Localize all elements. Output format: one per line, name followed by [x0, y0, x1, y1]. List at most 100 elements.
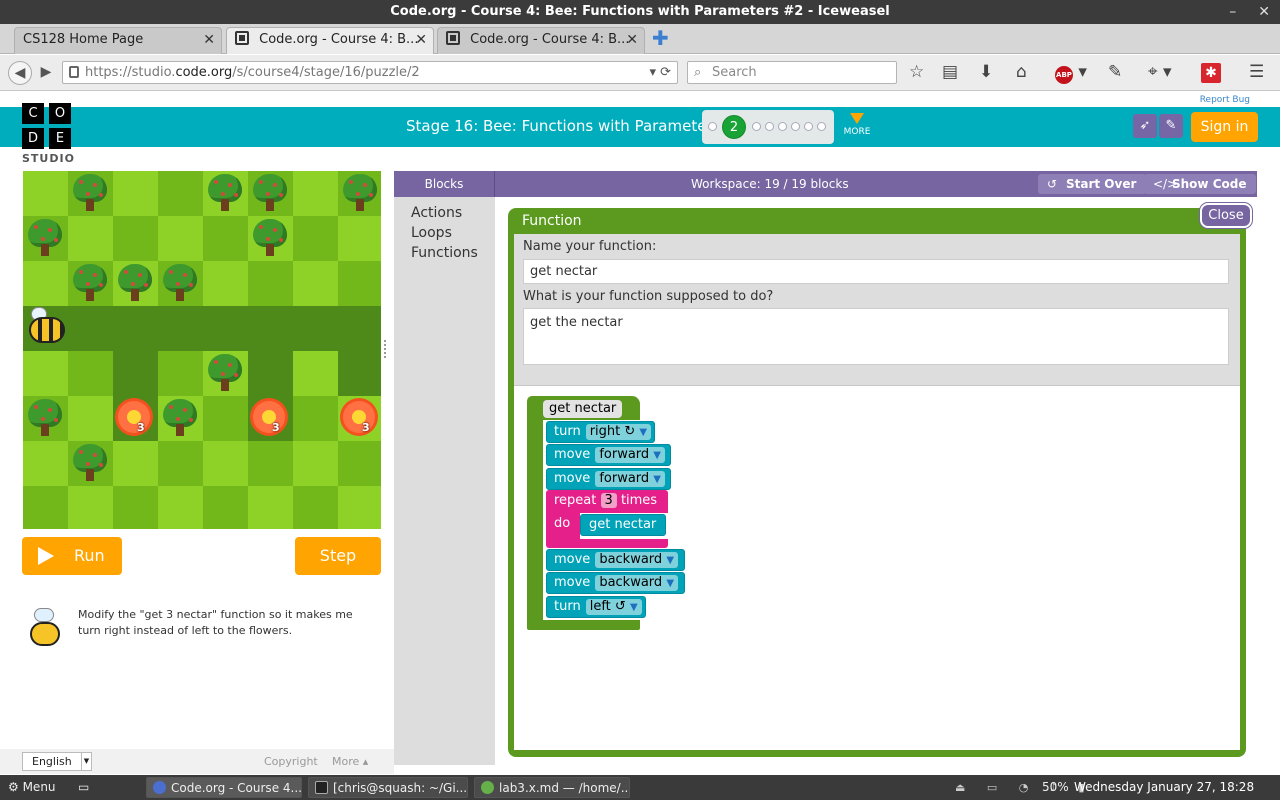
show-code-button[interactable]: </> Show Code: [1144, 174, 1257, 194]
tab-strip: CS128 Home Page ✕ Code.org - Course 4: B…: [0, 24, 1280, 54]
hamburger-menu-icon[interactable]: ☰: [1249, 61, 1264, 83]
pencil-icon[interactable]: ✎: [1159, 114, 1183, 138]
language-select[interactable]: English ▼: [22, 752, 92, 771]
move-backward-block[interactable]: move backward ▼: [546, 572, 685, 594]
start-menu-button[interactable]: ⚙ Menu: [8, 775, 56, 800]
system-tray[interactable]: ⏏ ▭ ◔ ♪ ▮: [955, 775, 1093, 800]
move-forward-block[interactable]: move forward ▼: [546, 444, 671, 466]
start-over-button[interactable]: ↺ Start Over: [1038, 174, 1147, 194]
direction-dropdown[interactable]: backward ▼: [595, 575, 679, 591]
turn-right-block[interactable]: turn right ↻ ▼: [546, 421, 655, 443]
report-bug-link[interactable]: Report Bug: [1200, 95, 1250, 105]
puzzle-dot[interactable]: [708, 122, 717, 131]
forward-icon[interactable]: ▶: [34, 61, 58, 85]
tab-close-icon[interactable]: ✕: [415, 28, 427, 52]
maze-grass-cell: [68, 396, 113, 441]
tab-close-icon[interactable]: ✕: [203, 28, 215, 52]
puzzle-dot[interactable]: [791, 122, 800, 131]
puzzle-dot[interactable]: [778, 122, 787, 131]
current-puzzle[interactable]: 2: [722, 115, 746, 139]
category-loops[interactable]: Loops: [411, 223, 495, 243]
toolbox: Actions Loops Functions: [394, 197, 495, 765]
maze-grass-cell: [338, 216, 381, 261]
lock-icon: [69, 66, 79, 78]
move-forward-block[interactable]: move forward ▼: [546, 468, 671, 490]
repeat-count-field[interactable]: 3: [600, 493, 617, 508]
taskbar-item-editor[interactable]: lab3.x.md — /home/...: [474, 777, 630, 798]
more-puzzles-button[interactable]: MORE: [842, 113, 872, 137]
dropdown-value: backward: [599, 552, 663, 567]
dropdown-value: right ↻: [589, 424, 636, 439]
function-editor-title: Function: [522, 213, 582, 229]
reload-icon[interactable]: ▾ ⟳: [649, 62, 671, 83]
category-actions[interactable]: Actions: [411, 203, 495, 223]
undo-icon: ↺: [1047, 177, 1058, 191]
maze-grass-cell: [68, 486, 113, 529]
more-link[interactable]: More ▴: [332, 755, 368, 768]
downloads-icon[interactable]: ⬇: [979, 61, 993, 83]
maze-grid: 3 3 3: [23, 171, 381, 529]
panel-resize-handle[interactable]: [384, 340, 388, 358]
home-icon[interactable]: ⌂: [1016, 61, 1027, 83]
taskbar-item-label: [chris@squash: ~/Gi...: [333, 781, 468, 795]
back-icon[interactable]: ◀: [8, 61, 32, 85]
taskbar-item-label: lab3.x.md — /home/...: [499, 781, 630, 795]
blocks-tab: Blocks: [394, 171, 495, 197]
function-description-input[interactable]: get the nectar: [523, 308, 1229, 365]
call-get-nectar-block[interactable]: get nectar: [580, 514, 666, 536]
maze-grass-cell: [248, 486, 293, 529]
move-backward-block[interactable]: move backward ▼: [546, 549, 685, 571]
puzzle-dot[interactable]: [765, 122, 774, 131]
function-name-field[interactable]: get nectar: [543, 400, 623, 418]
run-button[interactable]: Run: [22, 537, 122, 575]
red-addon-icon[interactable]: ✱: [1201, 61, 1221, 83]
chevron-down-icon: ▼: [81, 753, 91, 770]
direction-dropdown[interactable]: left ↺ ▼: [585, 599, 642, 615]
step-button[interactable]: Step: [295, 537, 381, 575]
category-functions[interactable]: Functions: [411, 243, 495, 263]
direction-dropdown[interactable]: forward ▼: [595, 447, 665, 463]
bee-icon: [25, 307, 67, 349]
sign-in-button[interactable]: Sign in: [1191, 112, 1258, 142]
taskbar-item-terminal[interactable]: [chris@squash: ~/Gi...: [308, 777, 468, 798]
function-name-input[interactable]: get nectar: [523, 259, 1229, 284]
turn-left-block[interactable]: turn left ↺ ▼: [546, 596, 646, 618]
maze-grass-cell: [113, 171, 158, 216]
maze-grass-cell: [338, 261, 381, 306]
puzzle-dot[interactable]: [817, 122, 826, 131]
close-window-button[interactable]: ✕: [1258, 0, 1270, 24]
minimize-button[interactable]: –: [1229, 0, 1236, 24]
clock[interactable]: Wednesday January 27, 18:28: [1074, 775, 1254, 800]
tab-close-icon[interactable]: ✕: [626, 28, 638, 52]
description-label: What is your function supposed to do?: [523, 289, 774, 304]
maze-grass-cell: [113, 441, 158, 486]
codeorg-logo[interactable]: C O D E: [22, 103, 72, 149]
stage-title: Stage 16: Bee: Functions with Parameters: [406, 117, 721, 135]
block-verb: move: [554, 447, 591, 462]
close-button[interactable]: Close: [1200, 203, 1252, 228]
search-input[interactable]: ⌕ Search: [687, 61, 897, 84]
direction-dropdown[interactable]: right ↻ ▼: [585, 424, 652, 440]
network-addon-icon[interactable]: ⌖ ▾: [1148, 61, 1172, 83]
url-bar[interactable]: https://studio.code.org/s/course4/stage/…: [62, 61, 678, 84]
adblock-icon[interactable]: ABP ▾: [1055, 61, 1087, 84]
tab-cs128[interactable]: CS128 Home Page ✕: [14, 27, 222, 54]
maze-path-cell: [203, 306, 248, 351]
bookmark-star-icon[interactable]: ☆: [909, 61, 924, 83]
show-desktop-icon[interactable]: ▭: [78, 775, 89, 800]
tab-codeorg-active[interactable]: Code.org - Course 4: B... ✕: [226, 27, 434, 54]
show-code-label: Show Code: [1172, 177, 1247, 191]
taskbar-item-browser[interactable]: Code.org - Course 4...: [146, 777, 302, 798]
direction-dropdown[interactable]: backward ▼: [595, 552, 679, 568]
copyright-link[interactable]: Copyright: [264, 755, 318, 768]
logo-letter: E: [49, 128, 71, 149]
tab-codeorg-2[interactable]: Code.org - Course 4: B... ✕: [437, 27, 645, 54]
direction-dropdown[interactable]: forward ▼: [595, 471, 665, 487]
addon-icon[interactable]: ✎: [1108, 61, 1122, 83]
rocket-icon[interactable]: ➶: [1133, 114, 1157, 138]
maze-grass-cell: [158, 351, 203, 396]
new-tab-icon[interactable]: ✚: [652, 28, 669, 48]
puzzle-dot[interactable]: [804, 122, 813, 131]
reading-list-icon[interactable]: ▤: [942, 61, 958, 83]
puzzle-dot[interactable]: [752, 122, 761, 131]
